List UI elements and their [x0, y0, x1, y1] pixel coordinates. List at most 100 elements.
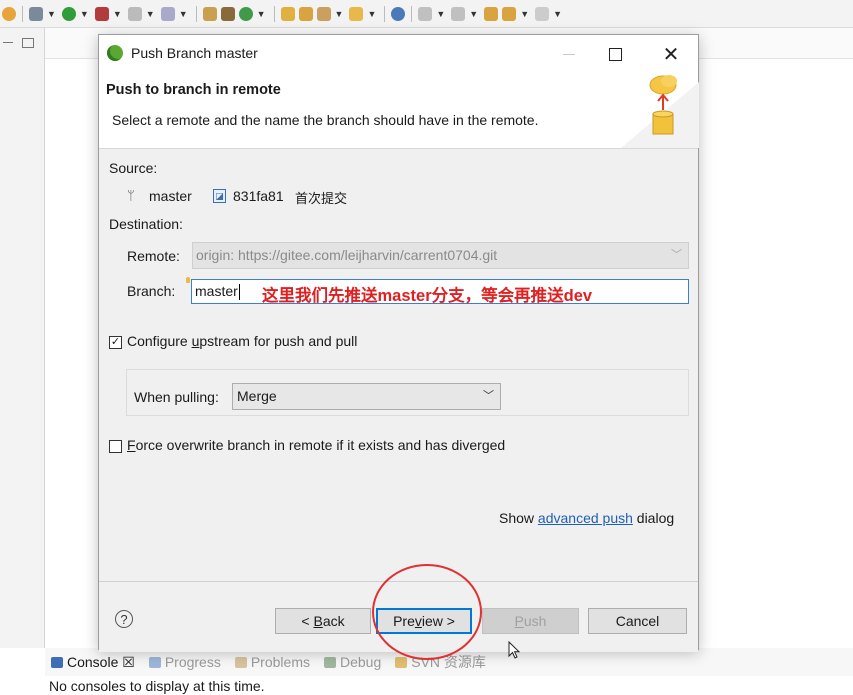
- console-icon: [51, 656, 63, 668]
- eclipse-icon: [107, 45, 123, 61]
- stop-icon[interactable]: [127, 6, 142, 21]
- toolbar-separator: [195, 5, 197, 22]
- chevron-down-icon[interactable]: ▼: [469, 9, 478, 19]
- coverage-icon[interactable]: [94, 6, 109, 21]
- toolbar-separator: [411, 5, 413, 22]
- new-package-icon[interactable]: [202, 6, 217, 21]
- search-icon[interactable]: [391, 6, 406, 21]
- cancel-button[interactable]: Cancel: [588, 608, 687, 634]
- source-commit-id: 831fa81: [233, 188, 284, 204]
- maximize-icon[interactable]: [22, 38, 34, 48]
- chevron-down-icon[interactable]: ▼: [335, 9, 344, 19]
- minimize-button[interactable]: [546, 39, 592, 69]
- last-edit-icon[interactable]: [484, 6, 499, 21]
- when-pulling-select[interactable]: Merge ﹀: [232, 383, 501, 410]
- remote-value: origin: https://gitee.com/leijharvin/car…: [196, 247, 498, 263]
- annotation-text: 这里我们先推送master分支，等会再推送dev: [262, 287, 593, 305]
- dialog-titlebar[interactable]: Push Branch master ✕: [99, 35, 698, 72]
- next-annotation-icon[interactable]: [418, 6, 433, 21]
- chevron-down-icon[interactable]: ▼: [257, 9, 266, 19]
- svn-icon: [395, 656, 408, 668]
- mouse-cursor-icon: [508, 641, 521, 659]
- banner-description: Select a remote and the name the branch …: [112, 112, 539, 128]
- back-icon[interactable]: [502, 6, 517, 21]
- toolbar-separator: [22, 5, 23, 22]
- chevron-down-icon[interactable]: ▼: [367, 9, 376, 19]
- advanced-push-link[interactable]: advanced push: [538, 510, 633, 526]
- chevron-down-icon: ﹀: [671, 249, 682, 261]
- back-button[interactable]: < Back: [275, 608, 371, 634]
- tab-progress[interactable]: Progress: [148, 654, 221, 670]
- chevron-down-icon[interactable]: ▼: [80, 9, 89, 19]
- problems-icon: [234, 656, 247, 668]
- back-text-2: ack: [322, 613, 345, 629]
- configure-upstream-checkbox[interactable]: ✓: [109, 336, 122, 349]
- back-text-1: <: [301, 613, 314, 629]
- tab-problems-label: Problems: [250, 654, 310, 670]
- banner-title: Push to branch in remote: [106, 82, 281, 98]
- minimize-icon: [563, 53, 575, 55]
- new-class-icon[interactable]: [220, 6, 235, 21]
- dialog-title: Push Branch master: [131, 45, 258, 61]
- dialog-button-bar: ? < Back Preview > Push Cancel: [99, 581, 698, 652]
- branch-label: Branch:: [127, 283, 176, 299]
- close-button[interactable]: ✕: [648, 39, 694, 69]
- open-type-icon[interactable]: [280, 6, 295, 21]
- tab-svn[interactable]: SVN 资源库: [395, 652, 486, 672]
- back-mnemonic: B: [313, 613, 323, 629]
- source-branch: master: [149, 188, 192, 204]
- chevron-down-icon[interactable]: ▼: [47, 9, 56, 19]
- branch-value: master: [195, 283, 238, 299]
- tab-console-label: Console ☒: [67, 653, 135, 670]
- show-prefix: Show: [499, 510, 538, 526]
- remote-label: Remote:: [127, 248, 180, 264]
- previous-annotation-icon[interactable]: [451, 6, 466, 21]
- preview-text-2: iew >: [421, 613, 455, 629]
- configure-upstream-label[interactable]: Configure upstream for push and pull: [127, 333, 357, 349]
- force-text: orce overwrite branch in remote if it ex…: [135, 437, 506, 453]
- force-overwrite-checkbox[interactable]: [109, 440, 122, 453]
- push-button[interactable]: Push: [482, 608, 579, 634]
- forward-icon[interactable]: [535, 6, 550, 21]
- tab-problems[interactable]: Problems: [234, 654, 310, 670]
- debug-icon: [323, 656, 336, 668]
- content-assist-icon: [186, 277, 190, 283]
- console-tab-bar: Console ☒ Progress Problems Debug SVN 资源…: [45, 648, 853, 676]
- chevron-down-icon[interactable]: ▼: [113, 9, 122, 19]
- tab-console[interactable]: Console ☒: [51, 654, 135, 671]
- console-message: No consoles to display at this time.: [49, 678, 265, 694]
- progress-icon: [148, 656, 161, 668]
- new-wizard-icon[interactable]: [238, 6, 253, 21]
- pencil-icon[interactable]: [316, 6, 331, 21]
- chevron-down-icon[interactable]: ▼: [553, 9, 562, 19]
- advanced-push-text: Show advanced push dialog: [499, 510, 674, 526]
- help-icon[interactable]: ?: [115, 610, 133, 628]
- force-overwrite-label[interactable]: Force overwrite branch in remote if it e…: [127, 437, 505, 453]
- maximize-button[interactable]: [592, 39, 638, 69]
- preview-text-1: Pre: [393, 613, 415, 629]
- push-text: ush: [523, 613, 547, 629]
- preview-button[interactable]: Preview >: [376, 608, 472, 634]
- run-icon[interactable]: [61, 6, 76, 21]
- chevron-down-icon[interactable]: ▼: [436, 9, 445, 19]
- open-task-icon[interactable]: [298, 6, 313, 21]
- tab-debug-label: Debug: [339, 654, 382, 670]
- dialog-content: Source: ᛘ master ◪ 831fa81 首次提交 Destinat…: [99, 149, 698, 581]
- toolbar-separator: [384, 5, 386, 22]
- chevron-down-icon[interactable]: ▼: [146, 9, 155, 19]
- show-suffix: dialog: [632, 510, 675, 526]
- folder-icon[interactable]: [349, 6, 364, 21]
- text-caret: [238, 284, 240, 301]
- chevron-down-icon[interactable]: ▼: [179, 9, 188, 19]
- tab-debug[interactable]: Debug: [323, 654, 382, 670]
- tab-progress-label: Progress: [164, 654, 221, 670]
- debug-icon[interactable]: [2, 6, 16, 21]
- minimize-icon[interactable]: [3, 42, 13, 44]
- source-commit-message: 首次提交: [295, 191, 348, 206]
- chevron-down-icon[interactable]: ▼: [520, 9, 529, 19]
- bug-icon[interactable]: [29, 6, 43, 21]
- force-mnemonic: F: [127, 437, 136, 453]
- maximize-icon: [608, 47, 622, 61]
- left-view-strip: [0, 28, 45, 648]
- external-tools-icon[interactable]: [160, 6, 175, 21]
